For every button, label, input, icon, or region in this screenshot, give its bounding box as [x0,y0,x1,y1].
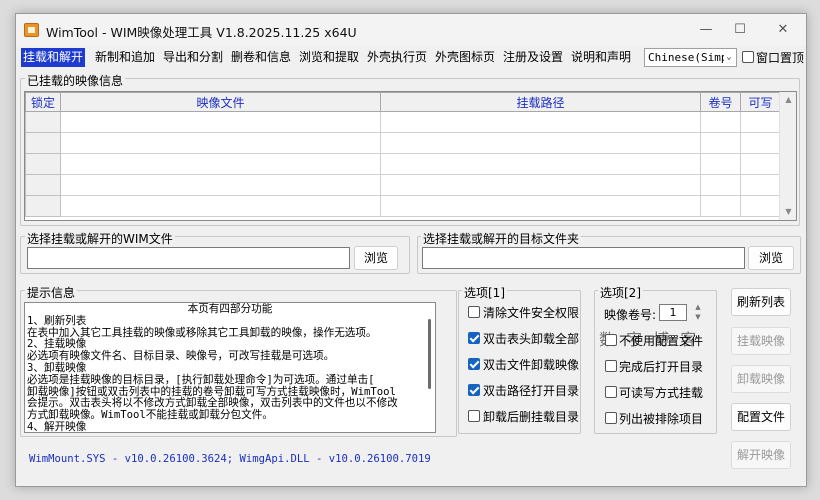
tab-notes-disclaimer[interactable]: 说明和声明 [569,48,633,67]
mounted-images-title: 已挂载的映像信息 [25,72,126,89]
info-line: 必选项有映像文件名、目标目录、映像号，可改写挂载是可选项。 [27,350,335,363]
option-dblclick-file-label: 双击文件卸载映像 [483,358,580,372]
tab-mount-unpack[interactable]: 挂载和解开 [21,48,86,67]
info-heading: 本页有四部分功能 [187,303,273,315]
tab-register-settings[interactable]: 注册及设置 [501,48,565,67]
mounted-images-table[interactable]: 锁定 映像文件 挂载路径 卷号 可写 ▲ ▼ [24,91,797,221]
table-header-row: 锁定 映像文件 挂载路径 卷号 可写 [25,92,781,112]
refresh-list-button[interactable]: 刷新列表 [731,288,791,316]
chevron-down-icon: ⌄ [724,49,734,66]
column-lock[interactable]: 锁定 [25,92,61,112]
option-dblclick-file-checkbox[interactable] [468,358,480,370]
options2-title: 选项[2] [598,284,643,301]
table-row[interactable] [25,153,781,175]
option-rw-mount-checkbox[interactable] [605,386,617,398]
close-icon[interactable]: ✕ [768,20,798,40]
tab-browse-extract[interactable]: 浏览和提取 [297,48,361,67]
info-line: 在表中加入其它工具挂载的映像或移除其它工具卸载的映像，操作无选项。 [27,326,377,339]
option-dblclick-header-checkbox[interactable] [468,332,480,344]
stepper-up-icon[interactable]: ▲ [691,303,705,311]
tab-create-append[interactable]: 新制和追加 [93,48,157,67]
app-icon [24,23,39,37]
option-dblclick-header-label: 双击表头卸载全部 [483,332,580,346]
info-scrollbar[interactable] [425,303,435,432]
table-row[interactable] [25,132,781,154]
option-no-config-checkbox[interactable] [605,334,617,346]
table-row[interactable] [25,195,781,217]
mount-image-button[interactable]: 挂载映像 [731,327,791,355]
column-image-file[interactable]: 映像文件 [60,92,381,112]
stepper-down-icon[interactable]: ▼ [691,313,705,321]
option-dblclick-path-label: 双击路径打开目录 [483,384,580,398]
option-open-dir-checkbox[interactable] [605,360,617,372]
volume-stepper[interactable]: 1 [659,304,687,321]
unpack-image-button[interactable]: 解开映像 [731,441,791,469]
option-rw-mount-label: 可读写方式挂载 [619,386,704,400]
maximize-icon[interactable]: ☐ [725,20,755,40]
scroll-up-icon[interactable]: ▲ [780,92,796,108]
column-mount-path[interactable]: 挂载路径 [380,92,701,112]
language-select[interactable]: Chinese(Simp ⌄ [644,48,737,67]
tab-delete-info[interactable]: 删卷和信息 [229,48,293,67]
info-line: 方式卸载映像。WimTool不能挂载或卸载分包文件。 [27,409,273,422]
topmost-checkbox[interactable] [742,51,754,63]
column-volume[interactable]: 卷号 [700,92,741,112]
volume-label: 映像卷号: [604,308,657,322]
info-line: 1、刷新列表 [27,314,87,327]
info-line: 3、卸载映像 [27,361,87,374]
info-line: 必选项是挂载映像的目标目录，[执行卸载处理命令]为可选项。通过单击[ [27,373,375,386]
title-bar[interactable]: WimTool - WIM映像处理工具 V1.8.2025.11.25 x64U… [16,14,806,46]
option-dblclick-path-checkbox[interactable] [468,384,480,396]
option-delete-mountdir-checkbox[interactable] [468,410,480,422]
scroll-down-icon[interactable]: ▼ [780,204,796,220]
tab-shell-exec[interactable]: 外壳执行页 [365,48,429,67]
target-browse-button[interactable]: 浏览 [748,246,794,270]
options1-title: 选项[1] [462,284,507,301]
target-folder-title: 选择挂载或解开的目标文件夹 [421,230,582,247]
option-clear-security-checkbox[interactable] [468,306,480,318]
window-title: WimTool - WIM映像处理工具 V1.8.2025.11.25 x64U [46,25,357,40]
column-writable[interactable]: 可写 [740,92,781,112]
option-list-excluded-checkbox[interactable] [605,412,617,424]
target-folder-input[interactable] [422,247,745,269]
minimize-icon[interactable]: — [691,20,721,40]
wim-browse-button[interactable]: 浏览 [354,246,398,270]
wim-file-title: 选择挂载或解开的WIM文件 [25,230,175,247]
option-open-dir-label: 完成后打开目录 [619,360,704,374]
wim-file-input[interactable] [27,247,350,269]
option-list-excluded-label: 列出被排除项目 [619,412,704,426]
main-window: WimTool - WIM映像处理工具 V1.8.2025.11.25 x64U… [15,13,807,487]
option-clear-security-label: 清除文件安全权限 [483,306,580,320]
status-bar: WimMount.SYS - v10.0.26100.3624; WimgApi… [29,453,431,465]
tab-export-split[interactable]: 导出和分割 [161,48,225,67]
info-textbox[interactable]: 本页有四部分功能 1、刷新列表 在表中加入其它工具挂载的映像或移除其它工具卸载的… [24,302,436,433]
config-file-button[interactable]: 配置文件 [731,403,791,431]
language-value: Chinese(Simp [648,51,728,64]
option-delete-mountdir-label: 卸载后删挂载目录 [483,410,580,424]
info-line: 4、解开映像 [27,420,87,433]
info-title: 提示信息 [25,284,78,301]
table-row[interactable] [25,111,781,133]
table-scrollbar[interactable]: ▲ ▼ [779,92,796,220]
unmount-image-button[interactable]: 卸载映像 [731,365,791,393]
topmost-label: 窗口置顶 [756,51,805,65]
option-no-config-label: 不使用配置文件 [619,334,704,348]
table-row[interactable] [25,174,781,196]
tab-shell-icon[interactable]: 外壳图标页 [433,48,497,67]
